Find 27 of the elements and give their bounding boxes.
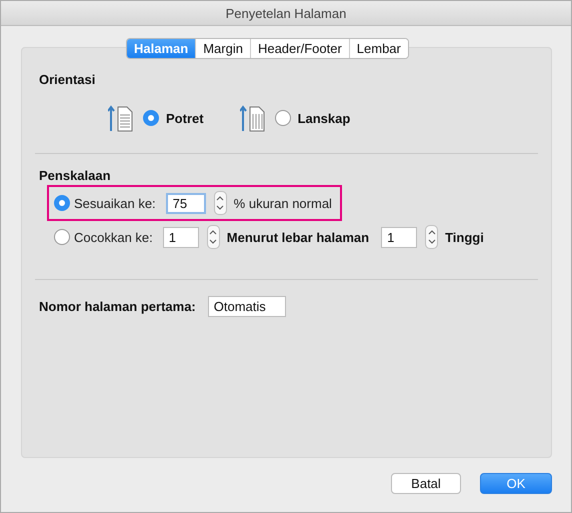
field-label: Tinggi [445, 230, 484, 244]
field-label: Menurut lebar halaman [226, 230, 370, 244]
stepper-control[interactable] [214, 191, 227, 215]
radio-label: Lanskap [298, 110, 350, 126]
up-down-arrows-icon [428, 228, 436, 246]
radio-button[interactable] [274, 110, 291, 126]
radio-label: Sesuaikan ke: [74, 196, 156, 210]
stepper-control[interactable] [206, 225, 220, 249]
scale-input[interactable]: 75 [166, 192, 206, 214]
radio-label: Potret [166, 110, 204, 126]
field-label: Nomor halaman pertama: [39, 299, 196, 314]
up-down-arrows-icon [216, 194, 224, 212]
radio-label: Cocokkan ke: [74, 230, 153, 244]
height-input[interactable]: 1 [381, 226, 418, 248]
section-heading: Orientasi [39, 72, 96, 87]
radio-button[interactable] [54, 229, 70, 245]
window-title: Penyetelan Halaman [226, 6, 346, 20]
radio-button[interactable] [54, 195, 70, 211]
stepper-control[interactable] [425, 225, 438, 249]
cancel-button[interactable]: Batal [391, 473, 461, 494]
width-input[interactable]: 1 [162, 226, 199, 248]
tab[interactable]: Lembar [348, 39, 408, 58]
section-heading: Penskalaan [39, 168, 112, 183]
field-label: % ukuran normal [234, 196, 332, 210]
up-down-arrows-icon [209, 228, 218, 246]
first-page-input[interactable]: Otomatis [208, 296, 286, 317]
radio-button[interactable] [143, 110, 159, 126]
